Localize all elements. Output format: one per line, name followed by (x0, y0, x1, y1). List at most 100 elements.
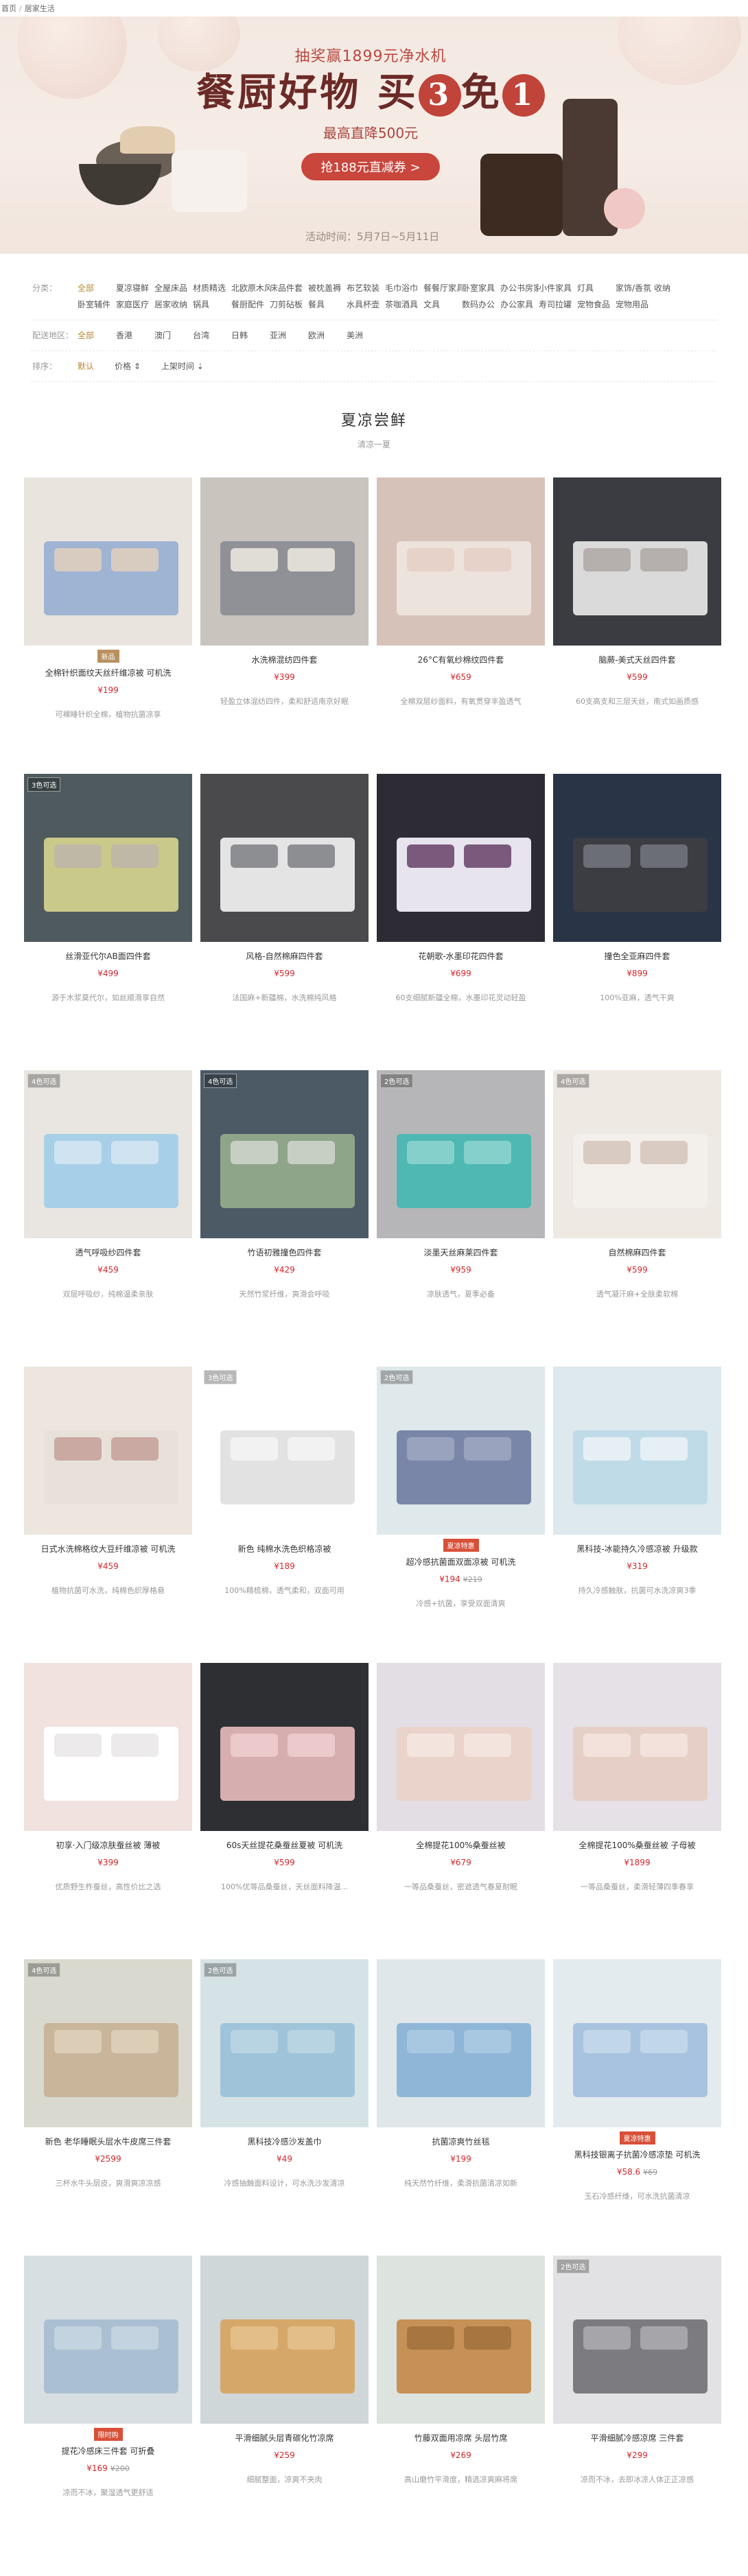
product-image[interactable] (200, 774, 369, 942)
product-image[interactable] (200, 2256, 369, 2424)
region-option[interactable]: 台湾 (193, 327, 231, 344)
product-name[interactable]: 全棉提花100%桑蚕丝被 (377, 1839, 545, 1851)
product-image[interactable] (24, 1663, 192, 1831)
category-option[interactable]: 灯具 (577, 280, 616, 296)
product-name[interactable]: 26°C有氧纱棉纹四件套 (377, 654, 545, 665)
category-option[interactable]: 夏凉寝鲜 (116, 280, 154, 296)
region-option[interactable]: 全部 (78, 327, 116, 344)
product-image[interactable]: 2色可选 (553, 2256, 721, 2424)
product-name[interactable]: 新色 老华睡眠头层水牛皮席三件套 (24, 2136, 192, 2147)
product-image[interactable]: 2色可选 (377, 1070, 545, 1238)
product-image[interactable] (553, 774, 721, 942)
product-name[interactable]: 水洗棉混纺四件套 (200, 654, 369, 665)
product-card[interactable]: 撞色全亚麻四件套 ¥899 100%亚麻，透气干爽 (553, 774, 721, 1070)
category-option[interactable]: 办公家具 (500, 296, 539, 313)
product-card[interactable]: 4色可选 新色 老华睡眠头层水牛皮席三件套 ¥2599 三杯水牛头层皮，爽滑爽凉凉感 (24, 1959, 192, 2256)
product-name[interactable]: 脑蕨-美式天丝四件套 (553, 654, 721, 665)
product-card[interactable]: 4色可选 透气呼吸纱四件套 ¥459 双层呼吸纱，纯棉温柔亲肤 (24, 1070, 192, 1367)
breadcrumb-home[interactable]: 首页 (1, 3, 16, 14)
coupon-button[interactable]: 抢188元直减券 > (301, 153, 440, 180)
category-option[interactable]: 居家收纳 (154, 296, 193, 313)
product-name[interactable]: 竹藤双面用凉席 头层竹席 (377, 2432, 545, 2444)
product-name[interactable]: 花朝歌-水墨印花四件套 (377, 950, 545, 962)
product-image[interactable]: 2色可选 (377, 1367, 545, 1535)
category-option[interactable]: 床品件套 (270, 280, 308, 296)
product-card[interactable]: 花朝歌-水墨印花四件套 ¥699 60支细腻新疆全棉，水墨印花灵动轻盈 (377, 774, 545, 1070)
category-option[interactable]: 全屋床品 (154, 280, 193, 296)
category-option[interactable]: 布艺软装 (347, 280, 385, 296)
product-image[interactable] (377, 1959, 545, 2127)
product-image[interactable] (553, 1367, 721, 1535)
product-name[interactable]: 60s天丝提花桑蚕丝夏被 可机洗 (200, 1839, 369, 1851)
product-name[interactable]: 抗菌凉爽竹丝毯 (377, 2136, 545, 2147)
product-card[interactable]: 4色可选 竹语初雅撞色四件套 ¥429 天然竹浆纤维，爽滑会呼吸 (200, 1070, 369, 1367)
category-option[interactable]: 家庭医疗 (116, 296, 154, 313)
product-image[interactable] (377, 774, 545, 942)
product-card[interactable]: 夏凉特惠 黑科技银离子抗菌冷感凉垫 可机洗 ¥58.6 ¥69 玉石冷感纤维，可水洗抗菌… (553, 1959, 721, 2256)
sort-option[interactable]: 价格 ⇕ (115, 358, 141, 375)
product-image[interactable]: 3色可选 (24, 774, 192, 942)
region-option[interactable]: 亚洲 (270, 327, 308, 344)
category-option[interactable]: 卧室家具 (462, 280, 500, 296)
product-card[interactable]: 风格-自然棉麻四件套 ¥599 法国麻+新疆棉，水洗棉纯风格 (200, 774, 369, 1070)
product-name[interactable]: 风格-自然棉麻四件套 (200, 950, 369, 962)
product-image[interactable] (24, 1367, 192, 1535)
product-image[interactable] (553, 1663, 721, 1831)
product-card[interactable]: 全棉提花100%桑蚕丝被 ¥679 一等品桑蚕丝，密遮透气春夏耐眠 (377, 1663, 545, 1959)
sort-option[interactable]: 上架时间 ⇣ (161, 358, 204, 375)
category-option[interactable]: 宠物用品 (616, 296, 654, 313)
product-card[interactable]: 抗菌凉爽竹丝毯 ¥199 纯天然竹纤维，柔滑抗菌清凉如新 (377, 1959, 545, 2256)
category-option[interactable]: 寿司拉罐 (539, 296, 577, 313)
category-option[interactable]: 餐厨配件 (231, 296, 270, 313)
product-card[interactable]: 2色可选 黑科技冷感沙发盖巾 ¥49 冷感抽触面料设计，可水洗沙发清凉 (200, 1959, 369, 2256)
product-name[interactable]: 新色 纯棉水洗色织格凉被 (200, 1543, 369, 1555)
product-image[interactable] (200, 477, 369, 646)
product-card[interactable]: 2色可选 淡墨天丝麻莱四件套 ¥959 凉肤透气，夏季必备 (377, 1070, 545, 1367)
category-option[interactable]: 收纳 (654, 280, 692, 296)
sort-option[interactable]: 默认 (78, 358, 94, 375)
category-option[interactable]: 全部 (78, 280, 116, 296)
product-name[interactable]: 黑科技银离子抗菌冷感凉垫 可机洗 (553, 2149, 721, 2160)
product-name[interactable]: 竹语初雅撞色四件套 (200, 1246, 369, 1258)
category-option[interactable]: 餐具 (308, 296, 347, 313)
product-name[interactable]: 全棉提花100%桑蚕丝被 子母被 (553, 1839, 721, 1851)
product-image[interactable] (377, 477, 545, 646)
product-name[interactable]: 淡墨天丝麻莱四件套 (377, 1246, 545, 1258)
region-option[interactable]: 澳门 (154, 327, 193, 344)
product-name[interactable]: 撞色全亚麻四件套 (553, 950, 721, 962)
product-image[interactable]: 4色可选 (553, 1070, 721, 1238)
product-image[interactable] (377, 1663, 545, 1831)
product-card[interactable]: 2色可选 夏凉特惠 超冷感抗菌面双面凉被 可机洗 ¥194 ¥219 冷感+抗菌，享受双面… (377, 1367, 545, 1663)
category-option[interactable]: 锅具 (193, 296, 231, 313)
product-image[interactable]: 4色可选 (200, 1070, 369, 1238)
category-option[interactable]: 刀剪砧板 (270, 296, 308, 313)
product-image[interactable] (377, 2256, 545, 2424)
category-option[interactable]: 文具 (423, 296, 462, 313)
product-name[interactable]: 丝滑亚代尔AB面四件套 (24, 950, 192, 962)
product-card[interactable]: 26°C有氧纱棉纹四件套 ¥659 全棉双层纱面料，有氧贯穿丰盈透气 (377, 477, 545, 774)
product-card[interactable]: 日式水洗棉格纹大豆纤维凉被 可机洗 ¥459 植物抗菌可水洗，纯棉色织厚格悬 (24, 1367, 192, 1663)
product-card[interactable]: 3色可选 丝滑亚代尔AB面四件套 ¥499 源于木浆莫代尔，如丝顺滑享自然 (24, 774, 192, 1070)
category-option[interactable]: 被枕盖褥 (308, 280, 347, 296)
product-card[interactable]: 全棉提花100%桑蚕丝被 子母被 ¥1899 一等品桑蚕丝，柔滑轻薄四季春享 (553, 1663, 721, 1959)
product-image[interactable] (24, 477, 192, 646)
product-name[interactable]: 超冷感抗菌面双面凉被 可机洗 (377, 1556, 545, 1568)
region-option[interactable]: 日韩 (231, 327, 270, 344)
category-option[interactable]: 北欧原木风 (231, 280, 270, 296)
category-option[interactable]: 小件家具 (539, 280, 577, 296)
product-name[interactable]: 平滑细腻冷感凉席 三件套 (553, 2432, 721, 2444)
product-name[interactable]: 黑科技-冰能持久冷感凉被 升级款 (553, 1543, 721, 1555)
product-card[interactable]: 2色可选 平滑细腻冷感凉席 三件套 ¥299 凉而不冰，去即冰凉人体正正凉感 (553, 2256, 721, 2552)
product-name[interactable]: 自然棉麻四件套 (553, 1246, 721, 1258)
category-option[interactable]: 毛巾浴巾 (385, 280, 423, 296)
product-card[interactable]: 黑科技-冰能持久冷感凉被 升级款 ¥319 持久冷感触肤，抗菌可水洗凉爽3季 (553, 1367, 721, 1663)
category-option[interactable]: 宠物食品 (577, 296, 616, 313)
product-card[interactable]: 60s天丝提花桑蚕丝夏被 可机洗 ¥599 100%优等品桑蚕丝，天丝面料降温... (200, 1663, 369, 1959)
product-image[interactable] (24, 2256, 192, 2424)
region-option[interactable]: 香港 (116, 327, 154, 344)
product-card[interactable]: 初享·入门级凉肤蚕丝被 薄被 ¥399 优质野生柞蚕丝，高性价比之选 (24, 1663, 192, 1959)
product-image[interactable]: 4色可选 (24, 1070, 192, 1238)
product-card[interactable]: 限时购 提花冷感床三件套 可折叠 ¥169 ¥200 凉而不冰，聚湿透气更舒适 (24, 2256, 192, 2552)
product-name[interactable]: 平滑细腻头层青碳化竹凉席 (200, 2432, 369, 2444)
product-image[interactable] (200, 1663, 369, 1831)
